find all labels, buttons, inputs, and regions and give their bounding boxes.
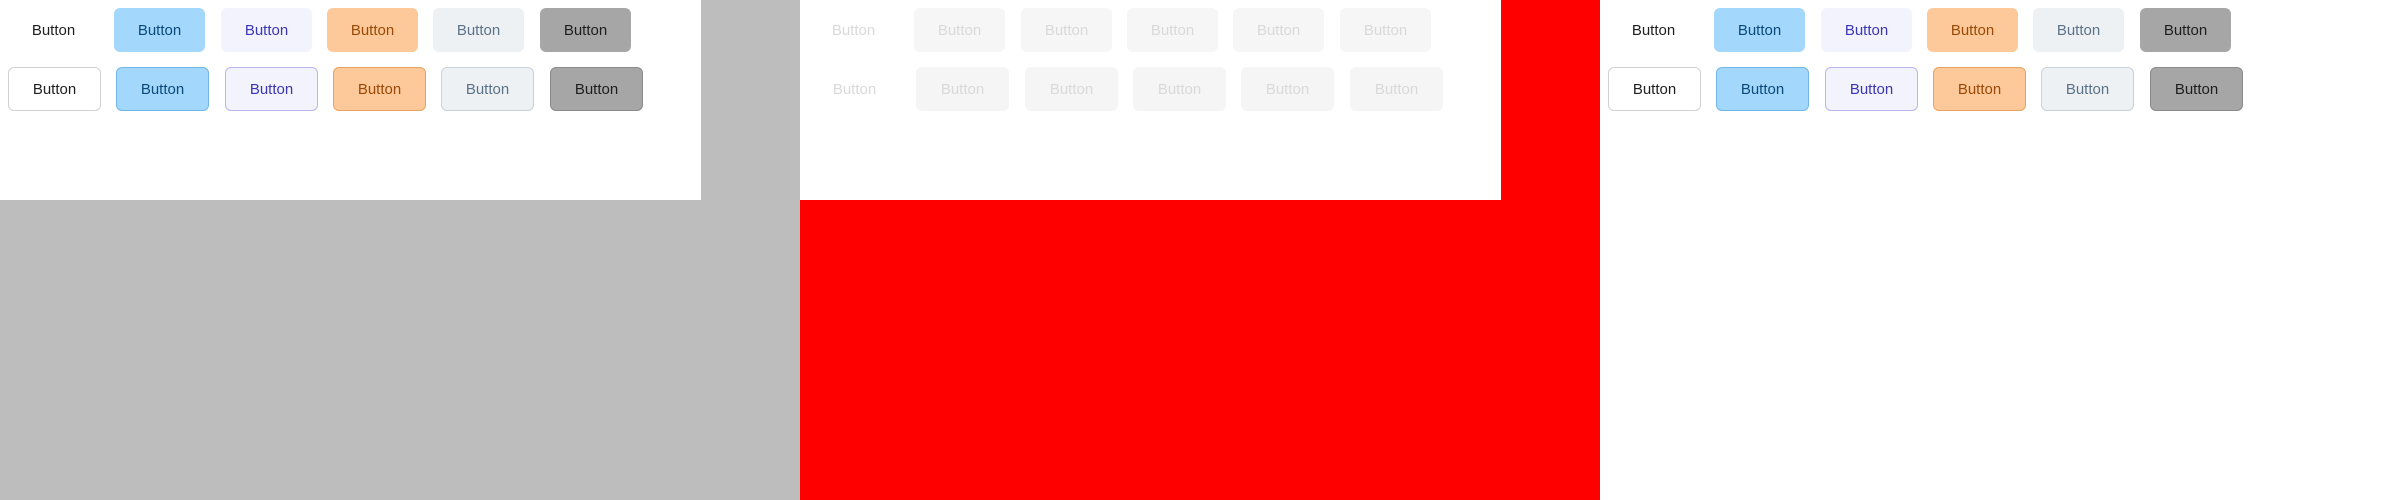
slate-button[interactable]: Button <box>433 8 524 52</box>
orange-outlined-button-disabled: Button <box>1133 67 1226 111</box>
lilac-button-disabled: Button <box>1021 8 1112 52</box>
gray-outlined-button[interactable]: Button <box>550 67 643 111</box>
button-demo-panel-full: Button Button Button Button Button Butto… <box>1600 0 2400 500</box>
lilac-outlined-button[interactable]: Button <box>1825 67 1918 111</box>
lilac-outlined-button-disabled: Button <box>1025 67 1118 111</box>
gray-button[interactable]: Button <box>2140 8 2231 52</box>
gray-outlined-button-disabled: Button <box>1350 67 1443 111</box>
plain-button[interactable]: Button <box>1608 8 1699 52</box>
slate-button-disabled: Button <box>1233 8 1324 52</box>
plain-outlined-button-disabled: Button <box>808 67 901 111</box>
blue-button-disabled: Button <box>914 8 1005 52</box>
button-demo-panel-default: Button Button Button Button Button Butto… <box>0 0 800 500</box>
orange-button-disabled: Button <box>1127 8 1218 52</box>
orange-button[interactable]: Button <box>327 8 418 52</box>
orange-outlined-button[interactable]: Button <box>333 67 426 111</box>
slate-outlined-button-disabled: Button <box>1241 67 1334 111</box>
lilac-button[interactable]: Button <box>221 8 312 52</box>
plain-outlined-button[interactable]: Button <box>8 67 101 111</box>
button-demo-frame: Button Button Button Button Button Butto… <box>0 0 701 200</box>
blue-outlined-button[interactable]: Button <box>1716 67 1809 111</box>
gray-button[interactable]: Button <box>540 8 631 52</box>
slate-outlined-button[interactable]: Button <box>441 67 534 111</box>
slate-button[interactable]: Button <box>2033 8 2124 52</box>
plain-button-disabled: Button <box>831 21 876 39</box>
plain-outlined-button[interactable]: Button <box>1608 67 1701 111</box>
lilac-outlined-button[interactable]: Button <box>225 67 318 111</box>
orange-outlined-button[interactable]: Button <box>1933 67 2026 111</box>
blue-outlined-button[interactable]: Button <box>116 67 209 111</box>
plain-button[interactable]: Button <box>8 8 99 52</box>
button-demo-frame: Button Button Button Button Button Butto… <box>800 0 1501 200</box>
blue-outlined-button-disabled: Button <box>916 67 1009 111</box>
gray-outlined-button[interactable]: Button <box>2150 67 2243 111</box>
blue-button[interactable]: Button <box>114 8 205 52</box>
button-demo-panel-disabled: Button Button Button Button Button Butto… <box>800 0 1600 500</box>
slate-outlined-button[interactable]: Button <box>2041 67 2134 111</box>
gray-button-disabled: Button <box>1340 8 1431 52</box>
lilac-button[interactable]: Button <box>1821 8 1912 52</box>
orange-button[interactable]: Button <box>1927 8 2018 52</box>
blue-button[interactable]: Button <box>1714 8 1805 52</box>
